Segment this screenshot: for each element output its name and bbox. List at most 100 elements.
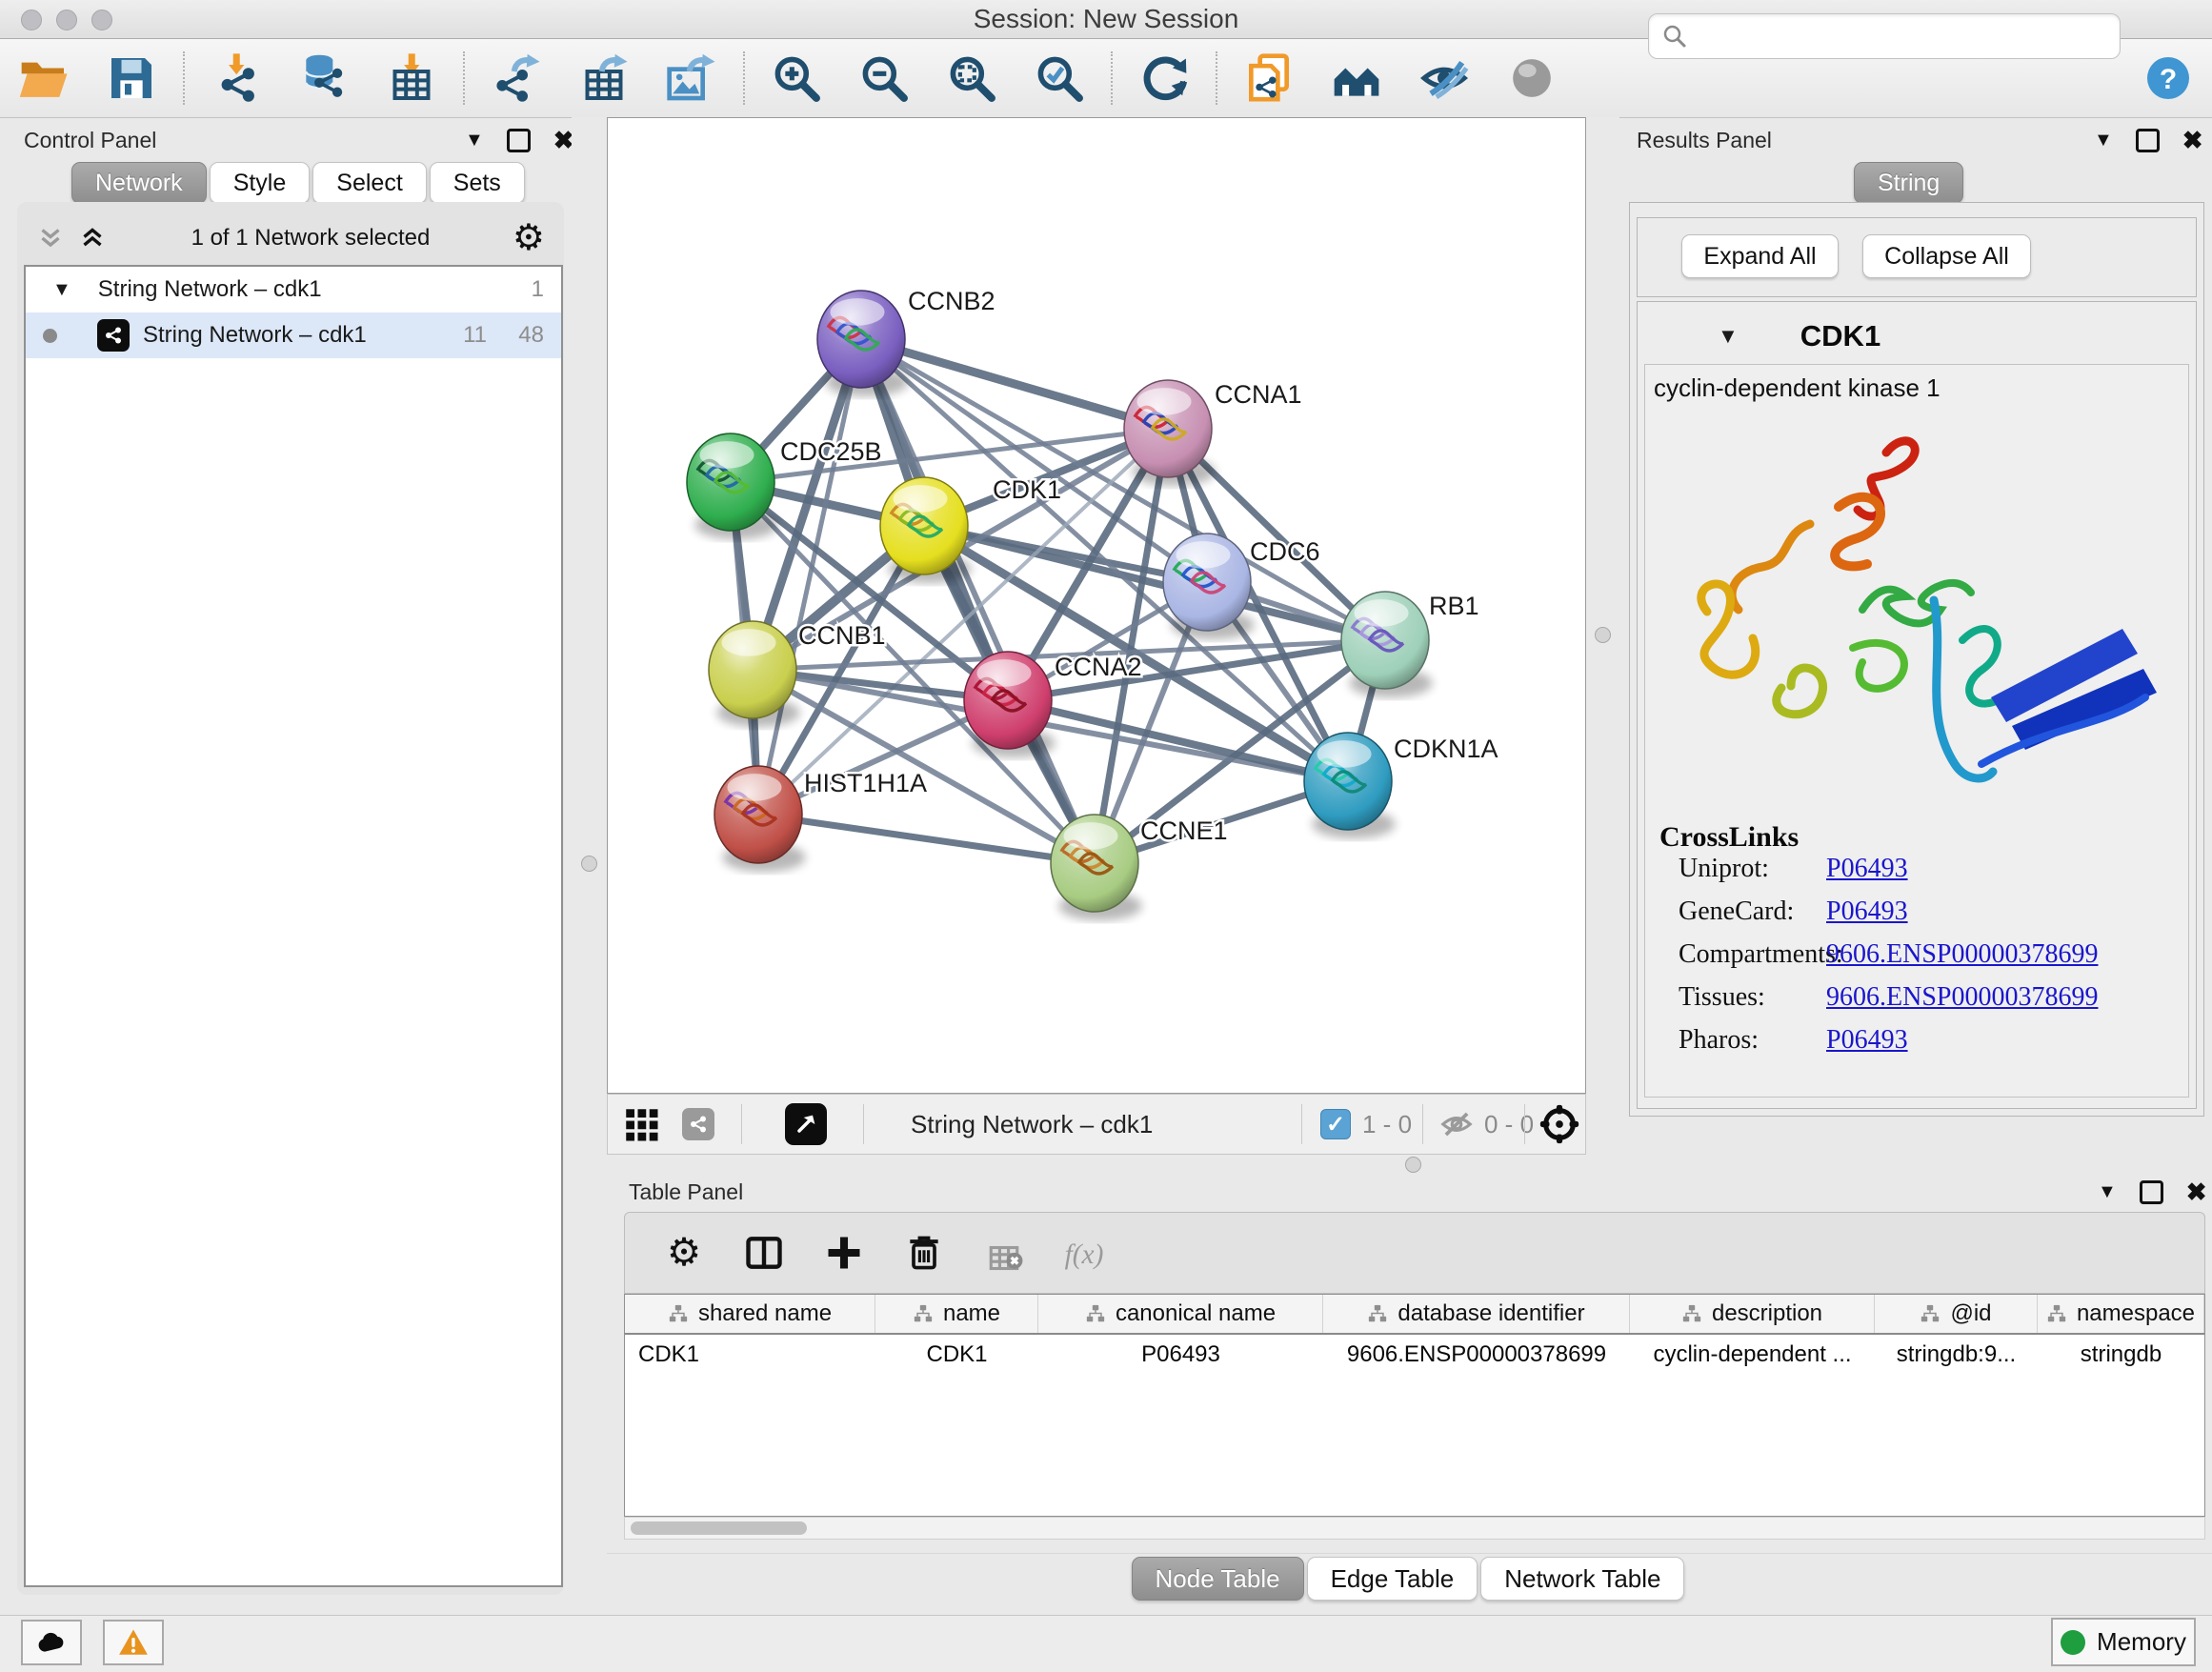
table-cell[interactable]: stringdb:9... (1875, 1335, 2038, 1375)
help-button[interactable]: ? (2145, 55, 2191, 101)
crosslink-link[interactable]: 9606.ENSP00000378699 (1826, 982, 2098, 1013)
selected-checkbox-icon[interactable]: ✓ (1320, 1109, 1351, 1139)
toolbar-separator (183, 51, 185, 105)
zoom-fit-button[interactable] (944, 50, 999, 106)
grid-view-button[interactable] (621, 1095, 661, 1154)
network-row[interactable]: String Network – cdk1 11 48 (26, 312, 561, 358)
network-graph[interactable]: CCNB2CCNA1CDC25BCDK1CDC6RB1CCNB1CCNA2CDK… (608, 118, 1585, 1093)
memory-button[interactable]: Memory (2051, 1618, 2196, 1666)
fit-content-button[interactable] (1538, 1095, 1581, 1154)
table-row[interactable]: CDK1CDK1P064939606.ENSP00000378699cyclin… (625, 1335, 2204, 1375)
hide-details-button[interactable] (1417, 50, 1472, 106)
function-button[interactable]: f(x) (1063, 1232, 1105, 1274)
network-tree: ▼ String Network – cdk1 1 String Network… (24, 265, 563, 1587)
table-cell[interactable]: CDK1 (625, 1335, 875, 1375)
toolbar-separator (1216, 51, 1217, 105)
bottom-splitter[interactable] (607, 1155, 2212, 1174)
table-cell[interactable]: CDK1 (875, 1335, 1038, 1375)
open-session-button[interactable] (16, 50, 71, 106)
expand-all-button[interactable]: Expand All (1681, 234, 1839, 278)
section-collapse-icon[interactable]: ▼ (1718, 324, 1739, 349)
tree-expand-icon[interactable]: ▼ (52, 279, 71, 301)
column-header--id[interactable]: @id (1875, 1295, 2038, 1333)
network-node-ccna1[interactable]: CCNA1 (1124, 380, 1302, 486)
network-canvas[interactable]: CCNB2CCNA1CDC25BCDK1CDC6RB1CCNB1CCNA2CDK… (607, 117, 1586, 1094)
results-tab-string[interactable]: String (1854, 162, 1966, 204)
close-panel-icon[interactable]: ✖ (2186, 1179, 2207, 1204)
right-splitter[interactable] (1586, 117, 1619, 1174)
network-edge[interactable] (758, 815, 1095, 863)
left-splitter-handle[interactable] (581, 856, 597, 872)
maximize-panel-icon[interactable] (507, 129, 531, 152)
crosslink-link[interactable]: 9606.ENSP00000378699 (1826, 939, 2098, 970)
column-header-name[interactable]: name (875, 1295, 1038, 1333)
tab-node-table[interactable]: Node Table (1132, 1557, 1304, 1601)
crosslink-link[interactable]: P06493 (1826, 854, 1908, 884)
column-header-namespace[interactable]: namespace (2038, 1295, 2204, 1333)
settings-button[interactable]: ⚙ (663, 1232, 705, 1274)
scrollbar-thumb[interactable] (631, 1521, 807, 1535)
left-splitter[interactable] (572, 117, 607, 1615)
table-cell[interactable]: 9606.ENSP00000378699 (1323, 1335, 1630, 1375)
tab-network-table[interactable]: Network Table (1480, 1557, 1684, 1601)
zoom-selected-button[interactable] (1032, 50, 1087, 106)
string-view-button[interactable] (682, 1095, 714, 1154)
zoom-in-button[interactable] (769, 50, 824, 106)
tab-style[interactable]: Style (210, 162, 311, 204)
import-network-button[interactable] (209, 50, 264, 106)
protein-structure-image (1648, 410, 2182, 819)
add-column-button[interactable] (823, 1232, 865, 1274)
crosslink-link[interactable]: P06493 (1826, 896, 1908, 927)
export-image-button[interactable] (664, 50, 719, 106)
expand-all-icon[interactable] (76, 222, 109, 254)
column-header-description[interactable]: description (1630, 1295, 1875, 1333)
network-node-cdkn1a[interactable]: CDKN1A (1304, 733, 1498, 838)
column-header-canonical-name[interactable]: canonical name (1038, 1295, 1323, 1333)
maximize-panel-icon[interactable] (2140, 1180, 2163, 1204)
zoom-out-button[interactable] (856, 50, 912, 106)
collapse-all-icon[interactable] (34, 222, 67, 254)
refresh-button[interactable] (1136, 50, 1192, 106)
show-details-button[interactable] (1504, 50, 1559, 106)
export-table-button[interactable] (576, 50, 632, 106)
tab-network[interactable]: Network (71, 162, 207, 204)
homes-button[interactable] (1329, 50, 1384, 106)
warnings-button[interactable] (103, 1620, 164, 1665)
tab-select[interactable]: Select (312, 162, 426, 204)
float-panel-icon[interactable]: ▼ (465, 131, 484, 150)
table-cell[interactable]: cyclin-dependent ... (1630, 1335, 1875, 1375)
network-node-hist1h1a[interactable]: HIST1H1A (714, 766, 927, 872)
network-node-cdk1[interactable]: CDK1 (880, 475, 1061, 583)
import-database-button[interactable] (296, 50, 352, 106)
collapse-all-button[interactable]: Collapse All (1862, 234, 2031, 278)
maximize-panel-icon[interactable] (2136, 129, 2160, 152)
tab-edge-table[interactable]: Edge Table (1307, 1557, 1478, 1601)
table-horizontal-scrollbar[interactable] (624, 1517, 2205, 1540)
export-network-button[interactable] (489, 50, 544, 106)
detach-view-button[interactable] (785, 1095, 827, 1154)
tab-sets[interactable]: Sets (430, 162, 525, 204)
delete-table-button[interactable] (983, 1232, 1025, 1274)
table-cell[interactable]: P06493 (1038, 1335, 1323, 1375)
copy-style-button[interactable] (1241, 50, 1297, 106)
cloud-button[interactable] (21, 1620, 82, 1665)
network-node-ccnb2[interactable]: CCNB2 (817, 287, 995, 396)
bottom-splitter-handle[interactable] (1405, 1157, 1421, 1173)
network-node-rb1[interactable]: RB1 (1341, 592, 1479, 697)
columns-button[interactable] (743, 1232, 785, 1274)
right-splitter-handle[interactable] (1595, 627, 1611, 643)
search-input[interactable] (1648, 13, 2121, 59)
delete-column-button[interactable] (903, 1232, 945, 1274)
float-panel-icon[interactable]: ▼ (2098, 1182, 2117, 1201)
close-panel-icon[interactable]: ✖ (2182, 128, 2203, 152)
crosslink-link[interactable]: P06493 (1826, 1025, 1908, 1056)
node-section-header[interactable]: ▼ CDK1 (1637, 314, 2195, 358)
table-cell[interactable]: stringdb (2038, 1335, 2204, 1375)
save-session-button[interactable] (104, 50, 159, 106)
network-collection-row[interactable]: ▼ String Network – cdk1 1 (26, 267, 561, 312)
float-panel-icon[interactable]: ▼ (2094, 131, 2113, 150)
import-table-button[interactable] (384, 50, 439, 106)
column-header-shared-name[interactable]: shared name (625, 1295, 875, 1333)
network-options-gear-icon[interactable]: ⚙ (513, 220, 545, 256)
column-header-database-identifier[interactable]: database identifier (1323, 1295, 1630, 1333)
